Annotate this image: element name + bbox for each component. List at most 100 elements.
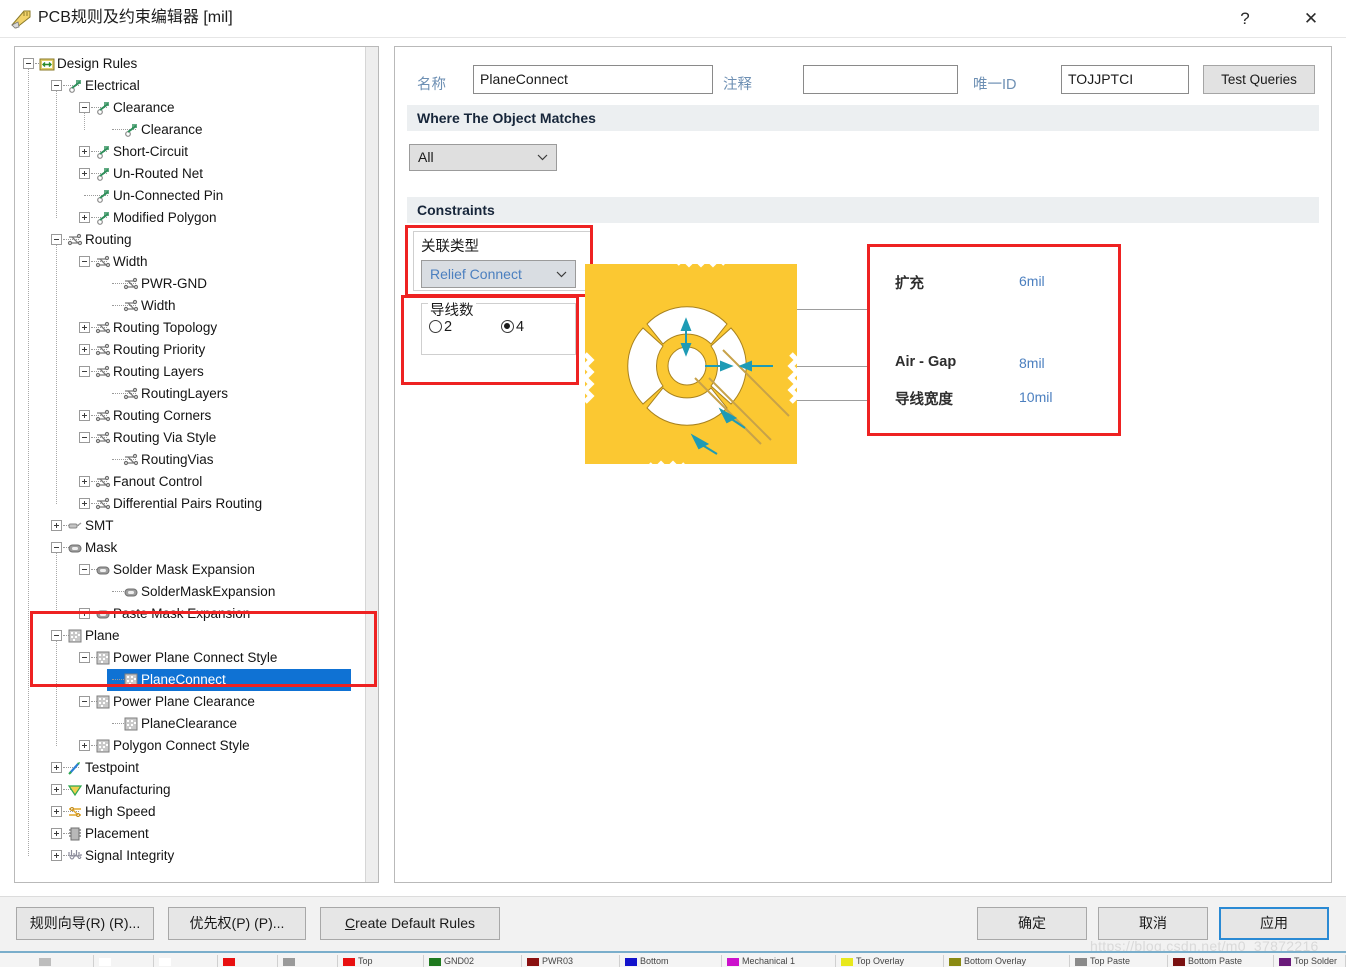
tree-item-planeclearance[interactable]: PlaneClearance [107,713,378,735]
comment-input[interactable] [803,65,958,94]
tree-item-modified-polygon[interactable]: Modified Polygon [79,207,378,229]
tree-toggle-plus-icon[interactable] [79,168,90,179]
tree-toggle-minus-icon[interactable] [79,256,90,267]
tree-item-design-rules[interactable]: Design Rules [23,53,323,75]
rules-tree-panel[interactable]: Design Rules Electrical Clearance Clearance… [14,46,379,883]
tree-item-routingvias[interactable]: RoutingVias [107,449,378,471]
name-input[interactable]: PlaneConnect [473,65,713,94]
tree-toggle-plus-icon[interactable] [79,344,90,355]
tree-item-routing-corners[interactable]: Routing Corners [79,405,378,427]
tree-item-un-routed-net[interactable]: Un-Routed Net [79,163,378,185]
tree-item-soldermaskexpansion[interactable]: SolderMaskExpansion [107,581,378,603]
layer-tab[interactable]: Top Paste [1072,955,1168,967]
unique-id-input[interactable]: TOJJPTCI [1061,65,1189,94]
tree-item-smt[interactable]: SMT [51,515,351,537]
expansion-value[interactable]: 6mil [1019,273,1045,289]
tree-item-routing-priority[interactable]: Routing Priority [79,339,378,361]
layer-tab[interactable]: Top [340,955,424,967]
rules-tree[interactable]: Design Rules Electrical Clearance Clearance… [15,47,367,882]
tree-toggle-minus-icon[interactable] [51,542,62,553]
tree-toggle-plus-icon[interactable] [79,498,90,509]
tree-item-routing-topology[interactable]: Routing Topology [79,317,378,339]
tree-toggle-plus-icon[interactable] [51,784,62,795]
layer-tab[interactable] [36,955,94,967]
create-default-rules-button[interactable]: Create Default Rules [320,907,500,940]
priorities-button[interactable]: 优先权(P) (P)... [168,907,306,940]
tree-item-routing[interactable]: Routing [51,229,351,251]
ok-button[interactable]: 确定 [977,907,1087,940]
layer-tab[interactable]: Bottom Paste [1170,955,1274,967]
radio-4[interactable] [501,320,514,333]
radio-2[interactable] [429,320,442,333]
tree-toggle-plus-icon[interactable] [79,212,90,223]
test-queries-button[interactable]: Test Queries [1203,65,1315,94]
cancel-button[interactable]: 取消 [1098,907,1208,940]
layer-tab[interactable]: Top Solder [1276,955,1346,967]
layer-tab[interactable]: Bottom Overlay [946,955,1070,967]
tree-item-polygon-connect-style[interactable]: Polygon Connect Style [79,735,378,757]
tree-item-placement[interactable]: Placement [51,823,351,845]
conductors-option-4[interactable]: 4 [501,319,524,335]
tree-item-power-plane-clearance[interactable]: Power Plane Clearance [79,691,378,713]
tree-toggle-minus-icon[interactable] [79,366,90,377]
tree-item-solder-mask-expansion[interactable]: Solder Mask Expansion [79,559,378,581]
tree-toggle-plus-icon[interactable] [79,410,90,421]
tree-toggle-plus-icon[interactable] [79,322,90,333]
tree-item-manufacturing[interactable]: Manufacturing [51,779,351,801]
help-button[interactable]: ? [1222,0,1268,38]
scope-select[interactable]: All [409,144,557,171]
tree-item-testpoint[interactable]: Testpoint [51,757,351,779]
tree-item-differential-pairs-routing[interactable]: Differential Pairs Routing [79,493,378,515]
rule-wizard-button[interactable]: 规则向导(R) (R)... [16,907,154,940]
tree-toggle-minus-icon[interactable] [23,58,34,69]
conductor-width-value[interactable]: 10mil [1019,389,1052,405]
layer-tab[interactable] [96,955,154,967]
tree-toggle-plus-icon[interactable] [51,828,62,839]
routing-icon [95,474,111,490]
tree-toggle-plus-icon[interactable] [79,146,90,157]
tree-item-short-circuit[interactable]: Short-Circuit [79,141,378,163]
layer-tab[interactable]: Mechanical 1 [724,955,836,967]
tree-item-width[interactable]: Width [107,295,378,317]
layer-tab[interactable]: PWR03 [524,955,620,967]
layer-tab[interactable]: Bottom [622,955,722,967]
tree-item-mask[interactable]: Mask [51,537,351,559]
tree-item-label: Routing Topology [113,320,218,335]
air-gap-value[interactable]: 8mil [1019,355,1045,371]
tree-item-signal-integrity[interactable]: Signal Integrity [51,845,351,867]
routing-icon [123,386,139,402]
tree-toggle-minus-icon[interactable] [79,564,90,575]
tree-toggle-plus-icon[interactable] [51,850,62,861]
close-button[interactable]: ✕ [1288,0,1334,38]
tree-item-electrical[interactable]: Electrical [51,75,351,97]
tree-item-pwr-gnd[interactable]: PWR-GND [107,273,378,295]
tree-item-routing-layers[interactable]: Routing Layers [79,361,378,383]
tree-item-routinglayers[interactable]: RoutingLayers [107,383,378,405]
tree-item-routing-via-style[interactable]: Routing Via Style [79,427,378,449]
tree-toggle-minus-icon[interactable] [51,80,62,91]
tree-toggle-plus-icon[interactable] [51,762,62,773]
tree-item-clearance[interactable]: Clearance [107,119,378,141]
layer-tab[interactable] [156,955,218,967]
tree-item-un-connected-pin[interactable]: Un-Connected Pin [79,185,378,207]
tree-toggle-minus-icon[interactable] [51,234,62,245]
tree-item-high-speed[interactable]: High Speed [51,801,351,823]
layer-tab[interactable] [280,955,338,967]
tree-vertical-scrollbar[interactable] [365,47,378,882]
apply-button[interactable]: 应用 [1219,907,1329,940]
tree-toggle-plus-icon[interactable] [79,740,90,751]
tree-toggle-minus-icon[interactable] [79,696,90,707]
layer-tab[interactable]: Top Overlay [838,955,944,967]
tree-toggle-minus-icon[interactable] [79,432,90,443]
layer-tabs-strip[interactable]: Top GND02 PWR03 Bottom Mechanical 1 Top Overl… [0,951,1346,967]
tree-item-clearance[interactable]: Clearance [79,97,378,119]
tree-toggle-plus-icon[interactable] [51,520,62,531]
tree-toggle-minus-icon[interactable] [79,102,90,113]
tree-item-width[interactable]: Width [79,251,378,273]
conductors-option-2[interactable]: 2 [429,319,452,335]
layer-tab[interactable]: GND02 [426,955,522,967]
tree-toggle-plus-icon[interactable] [51,806,62,817]
tree-item-fanout-control[interactable]: Fanout Control [79,471,378,493]
layer-tab[interactable] [220,955,278,967]
tree-toggle-plus-icon[interactable] [79,476,90,487]
